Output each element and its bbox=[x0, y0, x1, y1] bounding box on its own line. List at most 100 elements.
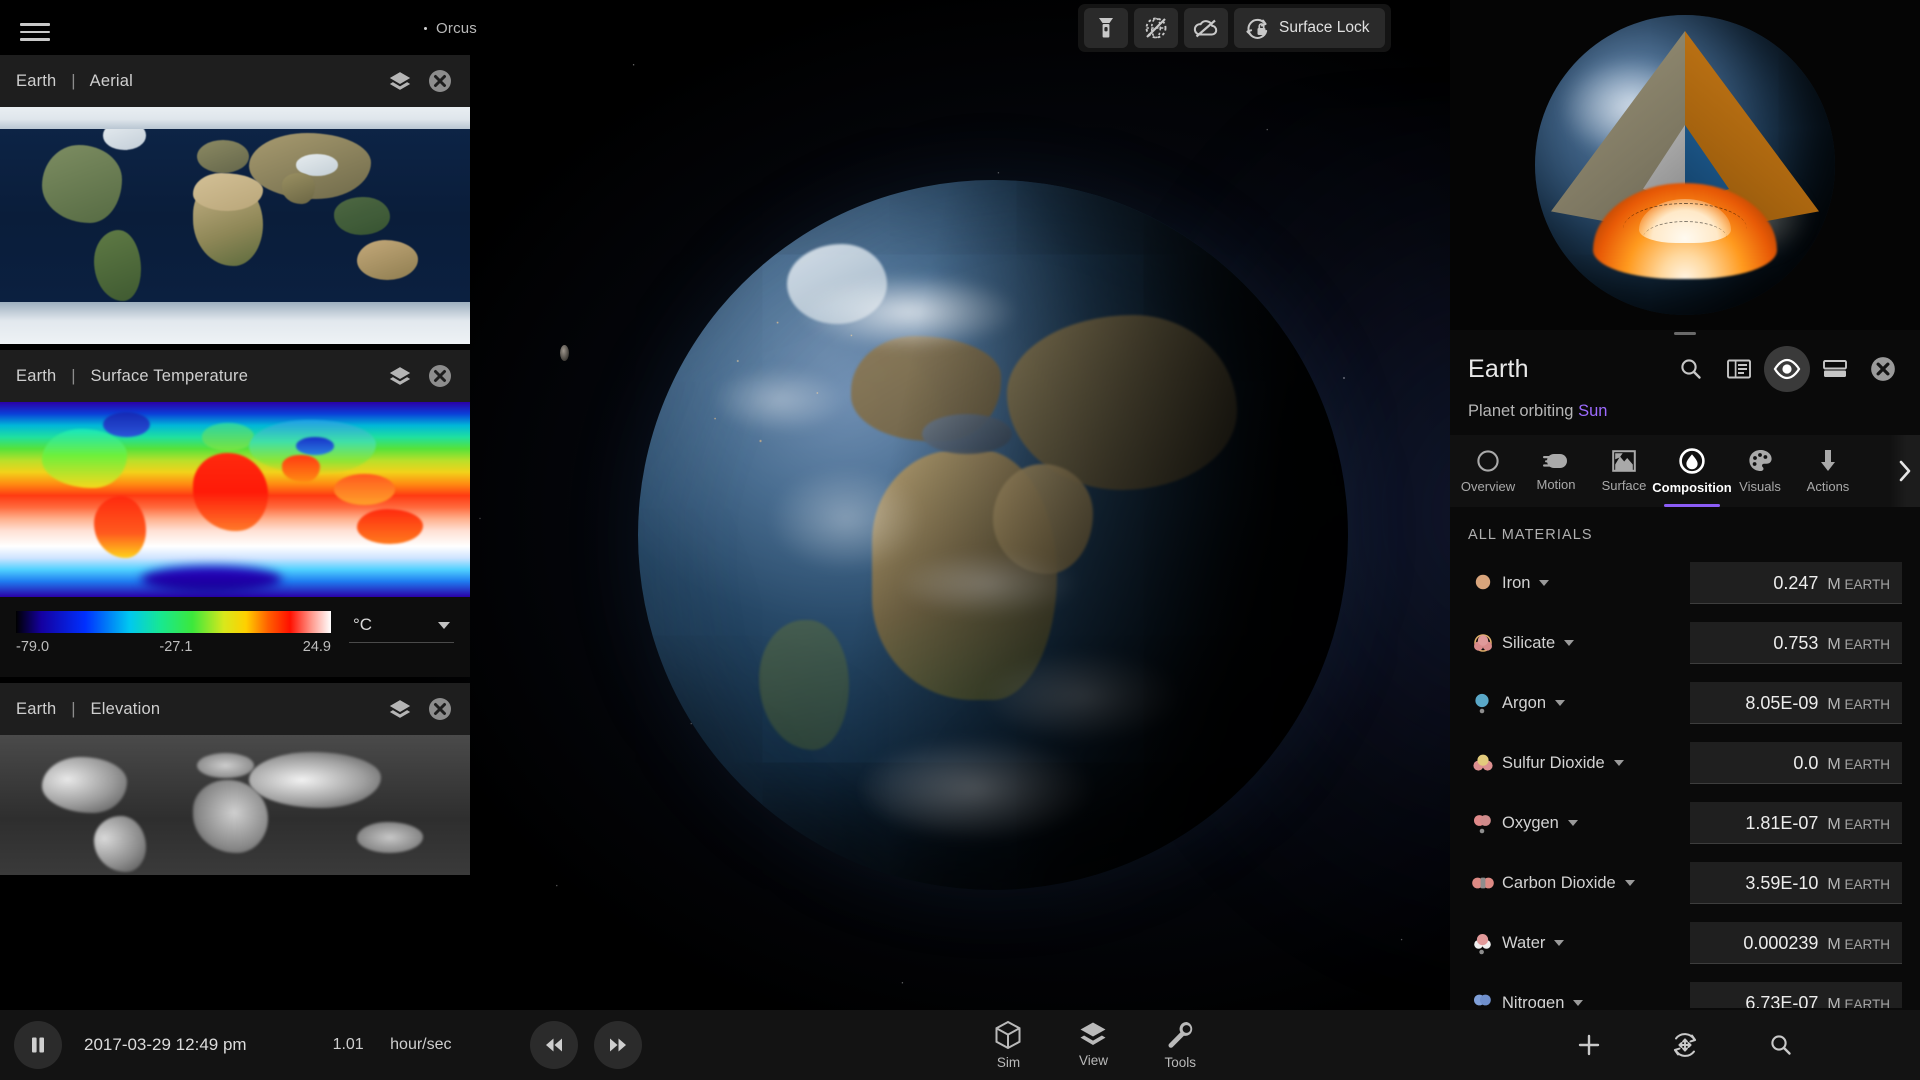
map-panel-layer: Surface Temperature bbox=[90, 366, 249, 385]
tab-surface[interactable]: Surface bbox=[1590, 435, 1658, 507]
material-name-button[interactable]: Sulfur Dioxide bbox=[1502, 754, 1624, 773]
unit-body: EARTH bbox=[1844, 697, 1890, 712]
small-body-marker[interactable] bbox=[560, 345, 569, 361]
unit-body: EARTH bbox=[1844, 997, 1890, 1008]
tab-composition[interactable]: Composition bbox=[1652, 435, 1732, 507]
material-name-button[interactable]: Silicate bbox=[1502, 633, 1575, 653]
chevron-down-icon bbox=[1624, 880, 1635, 886]
view-button[interactable]: View bbox=[1078, 1020, 1108, 1070]
material-value-field[interactable]: 8.05E-09 M EARTH bbox=[1690, 682, 1902, 724]
earth-globe[interactable] bbox=[638, 180, 1348, 890]
temperature-unit-row[interactable]: °C bbox=[349, 613, 454, 643]
tool-label: View bbox=[1078, 1053, 1108, 1068]
unit-mass-symbol: M bbox=[1827, 996, 1841, 1008]
map-panel-object: Earth bbox=[16, 699, 57, 718]
map-close-button-temperature[interactable] bbox=[420, 356, 460, 396]
material-value-field[interactable]: 0.0 M EARTH bbox=[1690, 742, 1902, 784]
temp-region-europe bbox=[202, 423, 254, 451]
hamburger-menu-icon[interactable] bbox=[16, 16, 54, 48]
material-value-field[interactable]: 1.81E-07 M EARTH bbox=[1690, 802, 1902, 844]
map-panel-separator: | bbox=[71, 71, 76, 90]
material-unit: M EARTH bbox=[1827, 564, 1890, 606]
tool-buttons: Sim View Tools bbox=[994, 1020, 1196, 1070]
flashlight-button[interactable] bbox=[1084, 8, 1128, 48]
play-pause-button[interactable] bbox=[14, 1021, 62, 1069]
materials-list[interactable]: Iron 0.247 M EARTH Silicate 0.753 M EART… bbox=[1450, 553, 1920, 1008]
elev-region-south-america bbox=[94, 816, 146, 873]
subtitle-prefix: Planet orbiting bbox=[1468, 402, 1579, 420]
simulation-timestamp[interactable]: 2017-03-29 12:49 pm bbox=[84, 1035, 247, 1055]
temp-region-tibet bbox=[296, 437, 334, 455]
simulation-bottom-bar: 2017-03-29 12:49 pm 1.01 hour/sec Sim Vi… bbox=[0, 1010, 1450, 1080]
fast-forward-button[interactable] bbox=[593, 1021, 642, 1069]
orbit-parent-link[interactable]: Sun bbox=[1578, 402, 1607, 420]
search-button[interactable] bbox=[1668, 346, 1714, 392]
object-subtitle: Planet orbiting Sun bbox=[1450, 398, 1920, 435]
object-label-orcus[interactable]: Orcus bbox=[424, 20, 477, 37]
temp-tick-max: 24.9 bbox=[302, 639, 331, 655]
temp-region-india bbox=[282, 454, 320, 482]
map-close-button-aerial[interactable] bbox=[420, 61, 460, 101]
planet-cutaway-preview[interactable] bbox=[1450, 0, 1920, 330]
tab-actions[interactable]: Actions bbox=[1794, 435, 1862, 507]
surface-lock-button[interactable]: Surface Lock bbox=[1234, 8, 1386, 48]
earth-sphere bbox=[638, 180, 1348, 890]
material-name-button[interactable]: Water bbox=[1502, 934, 1565, 953]
unit-body: EARTH bbox=[1844, 817, 1890, 832]
material-value-field[interactable]: 0.000239 M EARTH bbox=[1690, 922, 1902, 964]
map-layers-button-elevation[interactable] bbox=[380, 689, 420, 729]
properties-panel-button[interactable] bbox=[1716, 346, 1762, 392]
map-close-button-elevation[interactable] bbox=[420, 689, 460, 729]
material-value-field[interactable]: 3.59E-10 M EARTH bbox=[1690, 862, 1902, 904]
rewind-button[interactable] bbox=[529, 1021, 578, 1069]
cloud-off-icon bbox=[1193, 19, 1218, 38]
simulation-rate[interactable]: 1.01 hour/sec bbox=[333, 1036, 452, 1054]
material-label: Silicate bbox=[1502, 633, 1556, 652]
split-view-button[interactable] bbox=[1812, 346, 1858, 392]
elev-region-africa bbox=[192, 779, 268, 853]
map-image-aerial[interactable] bbox=[0, 107, 470, 344]
map-image-surface-temperature[interactable] bbox=[0, 402, 470, 597]
tab-visuals[interactable]: Visuals bbox=[1726, 435, 1794, 507]
material-name-button[interactable]: Nitrogen bbox=[1502, 994, 1584, 1008]
panel-resize-handle[interactable] bbox=[1674, 332, 1696, 335]
chevron-down-icon bbox=[1573, 1000, 1584, 1006]
chevron-down-icon bbox=[1613, 760, 1624, 766]
close-panel-button[interactable] bbox=[1860, 346, 1906, 392]
material-name-button[interactable]: Oxygen bbox=[1502, 814, 1578, 833]
property-tabs: Overview Motion Surface Composition Visu… bbox=[1450, 435, 1920, 507]
material-value-field[interactable]: 6.73E-07 M EARTH bbox=[1690, 982, 1902, 1008]
add-button[interactable] bbox=[1565, 1021, 1613, 1069]
properties-panel-icon bbox=[1727, 359, 1751, 379]
clouds-off-button[interactable] bbox=[1184, 8, 1228, 48]
material-unit: M EARTH bbox=[1827, 684, 1890, 726]
map-image-elevation[interactable] bbox=[0, 735, 470, 875]
move-rotate-button[interactable] bbox=[1661, 1021, 1709, 1069]
material-name-button[interactable]: Iron bbox=[1502, 574, 1550, 593]
map-layers-button-temperature[interactable] bbox=[380, 356, 420, 396]
material-value: 0.000239 bbox=[1743, 933, 1819, 953]
elev-region-asia bbox=[249, 751, 381, 808]
tools-button[interactable]: Tools bbox=[1164, 1020, 1196, 1070]
planet-cutaway-diagram bbox=[1535, 15, 1835, 315]
visibility-button[interactable] bbox=[1764, 346, 1810, 392]
material-name-button[interactable]: Carbon Dioxide bbox=[1502, 874, 1635, 893]
surface-lock-icon bbox=[1246, 18, 1268, 39]
tab-overview[interactable]: Overview bbox=[1454, 435, 1522, 507]
search-button-bottom[interactable] bbox=[1757, 1021, 1805, 1069]
pause-icon bbox=[32, 1037, 44, 1053]
sim-button[interactable]: Sim bbox=[994, 1020, 1022, 1070]
tabs-overflow-button[interactable] bbox=[1890, 435, 1920, 507]
material-value-field[interactable]: 0.753 M EARTH bbox=[1690, 622, 1902, 664]
actions-icon bbox=[1821, 450, 1835, 471]
object-marker-dot bbox=[424, 27, 427, 30]
grid-off-button[interactable] bbox=[1134, 8, 1178, 48]
material-value-field[interactable]: 0.247 M EARTH bbox=[1690, 562, 1902, 604]
tab-motion[interactable]: Motion bbox=[1522, 435, 1590, 507]
material-name-button[interactable]: Argon bbox=[1502, 694, 1566, 713]
map-layers-button-aerial[interactable] bbox=[380, 61, 420, 101]
rate-unit: hour/sec bbox=[390, 1036, 452, 1053]
unit-mass-symbol: M bbox=[1827, 936, 1841, 953]
temperature-unit-select[interactable]: °C bbox=[349, 611, 454, 643]
elev-region-north-america bbox=[42, 757, 127, 814]
